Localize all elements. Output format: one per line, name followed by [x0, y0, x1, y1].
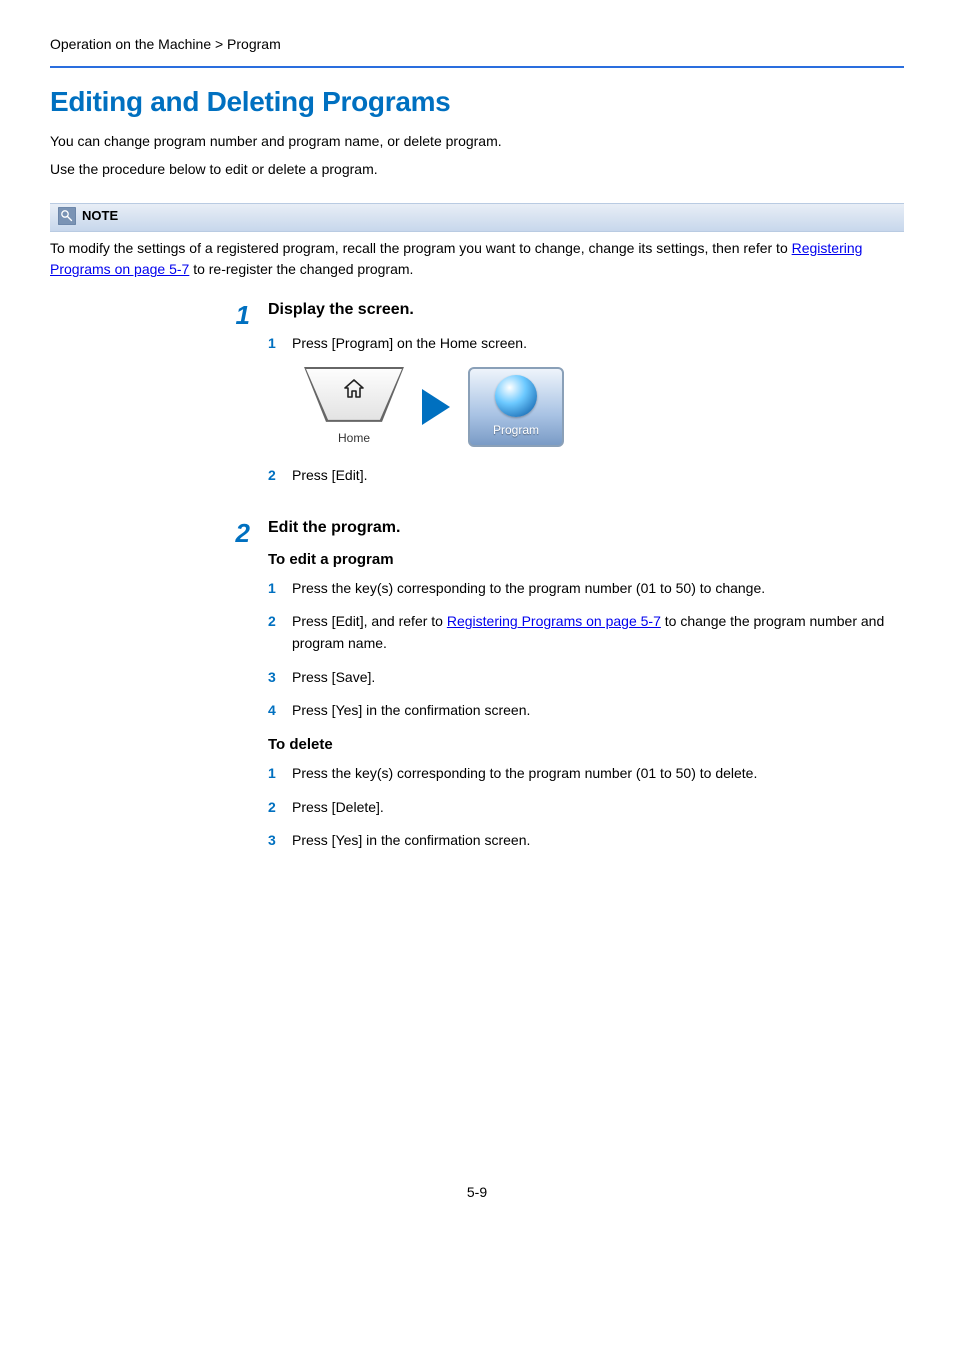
note-head: NOTE: [50, 203, 904, 232]
note-icon: [58, 207, 76, 225]
step-1-sub-2: 2 Press [Edit].: [268, 465, 904, 487]
note-box: NOTE To modify the settings of a registe…: [50, 203, 904, 281]
arrow-icon: [422, 389, 450, 425]
home-label: Home: [304, 431, 404, 445]
substep-number: 2: [268, 611, 280, 654]
substep-number: 1: [268, 333, 280, 355]
home-program-figure: Home Program: [304, 367, 904, 447]
note-label: NOTE: [82, 208, 118, 223]
step-2-title: Edit the program.: [268, 519, 904, 537]
substep-text: Press [Save].: [292, 667, 904, 689]
substep-number: 3: [268, 667, 280, 689]
program-label: Program: [493, 423, 539, 437]
breadcrumb: Operation on the Machine > Program: [50, 36, 904, 68]
substep-text: Press [Edit], and refer to Registering P…: [292, 611, 904, 654]
substep-number: 4: [268, 700, 280, 722]
substep-text: Press the key(s) corresponding to the pr…: [292, 578, 904, 600]
intro-text-2: Use the procedure below to edit or delet…: [50, 158, 904, 180]
substep-text: Press [Yes] in the confirmation screen.: [292, 700, 904, 722]
home-button[interactable]: Home: [304, 367, 404, 447]
substep-text: Press [Edit].: [292, 465, 904, 487]
substep-number: 1: [268, 763, 280, 785]
edit-sub-3: 3 Press [Save].: [268, 667, 904, 689]
note-body: To modify the settings of a registered p…: [50, 232, 904, 281]
edit-sub-2-pre: Press [Edit], and refer to: [292, 613, 447, 629]
del-sub-2: 2 Press [Delete].: [268, 797, 904, 819]
step-1-title: Display the screen.: [268, 301, 904, 319]
substep-number: 2: [268, 797, 280, 819]
del-sub-3: 3 Press [Yes] in the confirmation screen…: [268, 830, 904, 852]
step-1-sub-1: 1 Press [Program] on the Home screen.: [268, 333, 904, 355]
del-sub-1: 1 Press the key(s) corresponding to the …: [268, 763, 904, 785]
substep-text: Press [Yes] in the confirmation screen.: [292, 830, 904, 852]
substep-number: 3: [268, 830, 280, 852]
substep-text: Press the key(s) corresponding to the pr…: [292, 763, 904, 785]
edit-sub-4: 4 Press [Yes] in the confirmation screen…: [268, 700, 904, 722]
substep-number: 1: [268, 578, 280, 600]
page-number: 5-9: [50, 1184, 904, 1200]
substep-number: 2: [268, 465, 280, 487]
substep-text: Press [Program] on the Home screen.: [292, 333, 904, 355]
note-body-post: to re-register the changed program.: [189, 261, 413, 277]
edit-sub-1: 1 Press the key(s) corresponding to the …: [268, 578, 904, 600]
intro-text-1: You can change program number and progra…: [50, 130, 904, 152]
step-number-2: 2: [220, 519, 250, 865]
edit-heading: To edit a program: [268, 551, 904, 568]
program-icon: [495, 375, 537, 417]
step-number-1: 1: [220, 301, 250, 498]
note-body-pre: To modify the settings of a registered p…: [50, 240, 792, 256]
page-title: Editing and Deleting Programs: [50, 86, 904, 118]
step-1: 1 Display the screen. 1 Press [Program] …: [220, 301, 904, 498]
edit-sub-2: 2 Press [Edit], and refer to Registering…: [268, 611, 904, 654]
delete-heading: To delete: [268, 736, 904, 753]
step-2: 2 Edit the program. To edit a program 1 …: [220, 519, 904, 865]
substep-text: Press [Delete].: [292, 797, 904, 819]
edit-sub-2-link[interactable]: Registering Programs on page 5-7: [447, 613, 661, 629]
program-button[interactable]: Program: [468, 367, 564, 447]
home-icon: [342, 377, 366, 401]
